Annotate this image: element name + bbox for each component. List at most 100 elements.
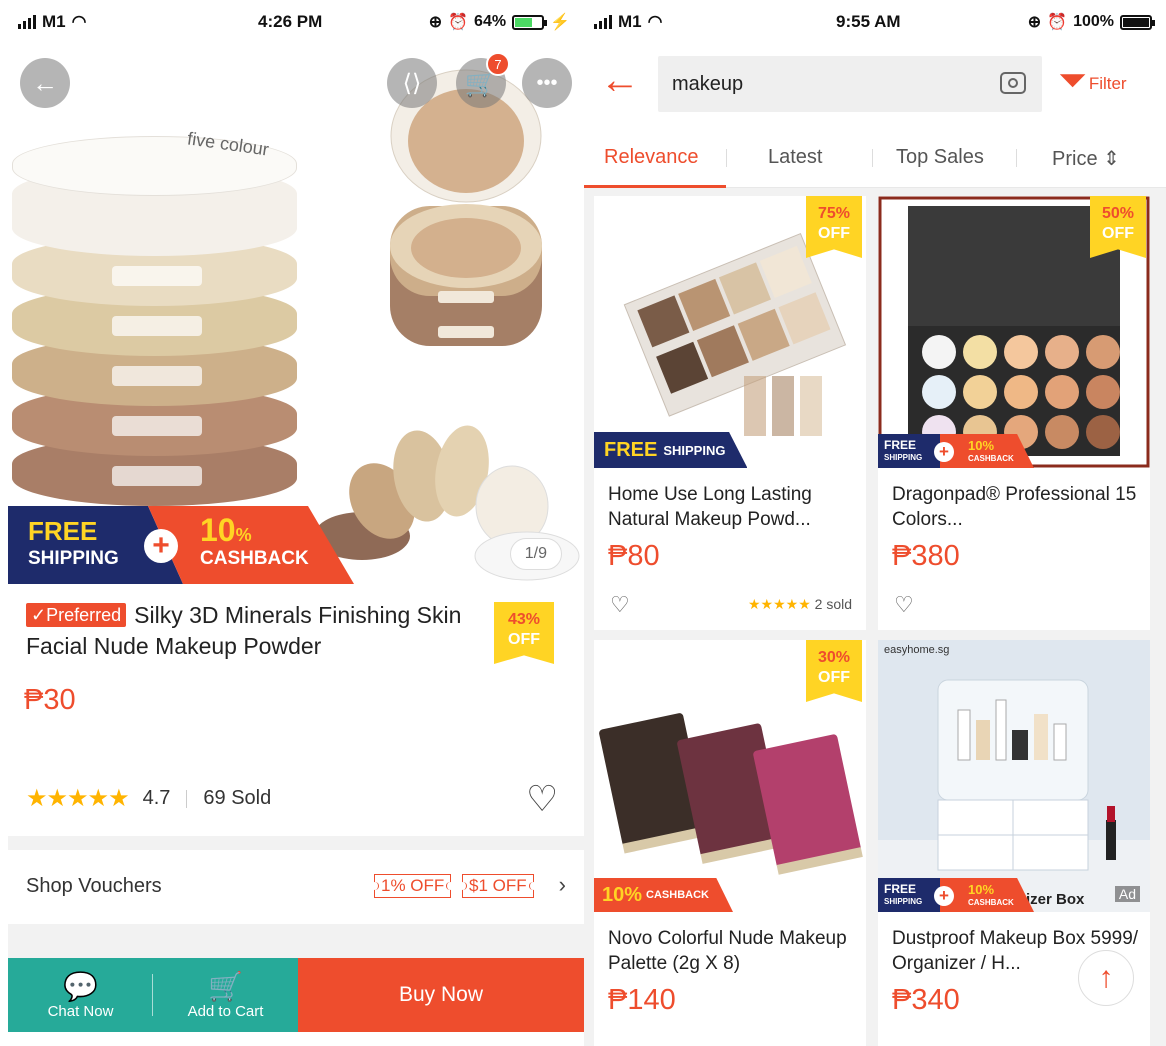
active-tab-underline — [584, 185, 726, 188]
shop-vouchers-row[interactable]: Shop Vouchers 1% OFF $1 OFF › — [8, 850, 584, 924]
product-price: ₱140 — [608, 984, 676, 1016]
camera-search-icon[interactable] — [1000, 72, 1026, 94]
discount-off-label: OFF — [818, 225, 850, 242]
promo-cashback-pct-sign: % — [235, 525, 252, 545]
discount-off-label: OFF — [1102, 225, 1134, 242]
tab-relevance[interactable]: Relevance — [604, 146, 699, 169]
product-image: easyhome.sg izer Box FREE SHIPPING 10% CAS… — [878, 640, 1150, 912]
cart-button[interactable]: 🛒 7 — [456, 52, 510, 108]
product-price: ₱340 — [892, 984, 960, 1016]
preferred-badge: ✓Preferred — [26, 603, 127, 627]
product-card[interactable]: 30% OFF 10% CASHBACK Novo Colorful Nude … — [594, 640, 866, 1046]
orientation-lock-icon: ⊕ — [1027, 14, 1042, 31]
badge-shipping: SHIPPING — [884, 453, 923, 462]
back-arrow-icon: ← — [32, 67, 58, 98]
badge-cashback: CASHBACK — [968, 454, 1014, 463]
product-image: 30% OFF 10% CASHBACK — [594, 640, 866, 912]
sold-count: 2 sold — [814, 596, 852, 612]
battery-icon — [1120, 14, 1155, 30]
discount-percent: 50% — [1101, 205, 1135, 222]
more-options-button[interactable]: ••• — [522, 58, 572, 108]
compact-image — [390, 69, 542, 346]
share-icon: ⟨⟩ — [402, 69, 422, 97]
discount-off-label: OFF — [818, 669, 850, 686]
wifi-icon: ◠ — [71, 12, 87, 31]
image-counter: 1/9 — [509, 538, 562, 570]
add-to-cart-label: Add to Cart — [187, 1002, 264, 1020]
carrier-name: M1 — [618, 12, 642, 31]
product-price: ₱80 — [608, 540, 660, 572]
product-card[interactable]: 50% OFF FREE SHIPPING 10% CASHBACK + Drago… — [878, 196, 1150, 630]
free-shipping-cashback-badge: FREE SHIPPING 10% CASHBACK + — [878, 878, 1034, 912]
plus-icon: + — [144, 529, 178, 563]
search-input[interactable] — [658, 56, 988, 112]
rating-sold: ★★★★★ 2 sold — [748, 596, 852, 613]
section-divider — [8, 924, 584, 958]
discount-percent: 75% — [817, 205, 851, 222]
wifi-icon: ◠ — [647, 12, 663, 31]
image-caption-text: izer Box — [1026, 891, 1085, 908]
rating-stars: ★★★★★ — [26, 785, 130, 812]
filter-funnel-icon: ⏷ — [1058, 59, 1087, 100]
chat-icon: 💬 — [63, 970, 98, 1002]
badge-free: FREE — [884, 438, 917, 452]
discount-flag: 50% OFF — [1090, 196, 1146, 258]
discount-percent: 30% — [817, 649, 851, 666]
more-icon: ••• — [536, 71, 558, 94]
cart-count-badge: 7 — [486, 52, 510, 76]
tab-latest[interactable]: Latest — [768, 146, 822, 169]
product-price: ₱30 — [24, 684, 76, 716]
search-results-screen: M1 ◠ 9:55 AM ⊕ ⏰ 100% ← ⏷ Filter Relevan… — [584, 0, 1166, 1046]
status-time: 9:55 AM — [836, 12, 901, 31]
promo-free: FREE — [28, 516, 98, 546]
rating-row: ★★★★★ 4.7 69 Sold — [26, 784, 271, 813]
share-button[interactable]: ⟨⟩ — [387, 58, 437, 108]
promo-cashback: CASHBACK — [200, 548, 309, 569]
chat-now-label: Chat Now — [47, 1002, 114, 1020]
wishlist-heart-icon[interactable]: ♡ — [610, 592, 630, 618]
tab-price[interactable]: Price ⇕ — [1052, 146, 1120, 171]
image-brand-text: easyhome.sg — [884, 644, 950, 656]
filter-button[interactable]: ⏷ Filter — [1058, 62, 1127, 98]
add-to-cart-button[interactable]: 🛒 Add to Cart — [153, 958, 298, 1032]
wishlist-heart-icon[interactable]: ♡ — [526, 778, 558, 820]
ad-tag: Ad — [1114, 886, 1140, 902]
badge-cashback: CASHBACK — [646, 889, 709, 901]
product-image-stack: five colour — [12, 128, 297, 526]
voucher-tag[interactable]: 1% OFF — [370, 874, 455, 898]
status-bar: M1 ◠ 4:26 PM ⊕ ⏰ 64% ⚡ — [0, 0, 584, 46]
buy-now-button[interactable]: Buy Now — [298, 958, 584, 1032]
scroll-to-top-button[interactable]: ↑ — [1078, 950, 1134, 1006]
bottom-action-bar: 💬 Chat Now 🛒 Add to Cart Buy Now — [8, 958, 584, 1032]
product-detail-screen: M1 ◠ 4:26 PM ⊕ ⏰ 64% ⚡ five colour ← ⟨⟩ … — [0, 0, 584, 1046]
product-name: Dragonpad® Professional 15 Colors... — [892, 484, 1137, 530]
filter-label: Filter — [1088, 74, 1127, 93]
promo-banner: FREE SHIPPING + 10% CASHBACK — [8, 506, 354, 584]
badge-cashback: CASHBACK — [968, 898, 1014, 907]
signal-icon — [594, 15, 612, 29]
product-image-carousel[interactable]: five colour ← ⟨⟩ 🛒 7 ••• — [0, 46, 584, 584]
battery-percent: 64% — [474, 13, 507, 30]
search-box — [658, 56, 1042, 112]
back-arrow-icon[interactable]: ← — [600, 60, 640, 100]
rating-stars: ★★★★★ — [747, 596, 811, 612]
sold-count: 69 Sold — [203, 787, 272, 809]
back-button[interactable]: ← — [20, 58, 70, 108]
product-image: 50% OFF FREE SHIPPING 10% CASHBACK + — [878, 196, 1150, 468]
tab-top-sales[interactable]: Top Sales — [896, 146, 984, 169]
chat-now-button[interactable]: 💬 Chat Now — [8, 958, 153, 1032]
product-name: Home Use Long Lasting Natural Makeup Pow… — [608, 484, 812, 530]
alarm-icon: ⏰ — [448, 14, 469, 31]
promo-cashback-pct: 10 — [200, 512, 236, 548]
preferred-label: Preferred — [46, 605, 122, 625]
discount-flag: 75% OFF — [806, 196, 862, 258]
chevron-right-icon: › — [558, 872, 566, 897]
wishlist-heart-icon[interactable]: ♡ — [894, 592, 914, 618]
arrow-up-icon: ↑ — [1098, 961, 1114, 994]
voucher-tag[interactable]: $1 OFF — [459, 874, 537, 898]
add-to-cart-icon: 🛒 — [208, 970, 243, 1002]
shop-vouchers-label: Shop Vouchers — [26, 875, 162, 897]
free-shipping-badge: FREE SHIPPING — [594, 432, 748, 468]
product-card[interactable]: 75% OFF FREE SHIPPING Home Use Long Last… — [594, 196, 866, 630]
product-price: ₱380 — [892, 540, 960, 572]
